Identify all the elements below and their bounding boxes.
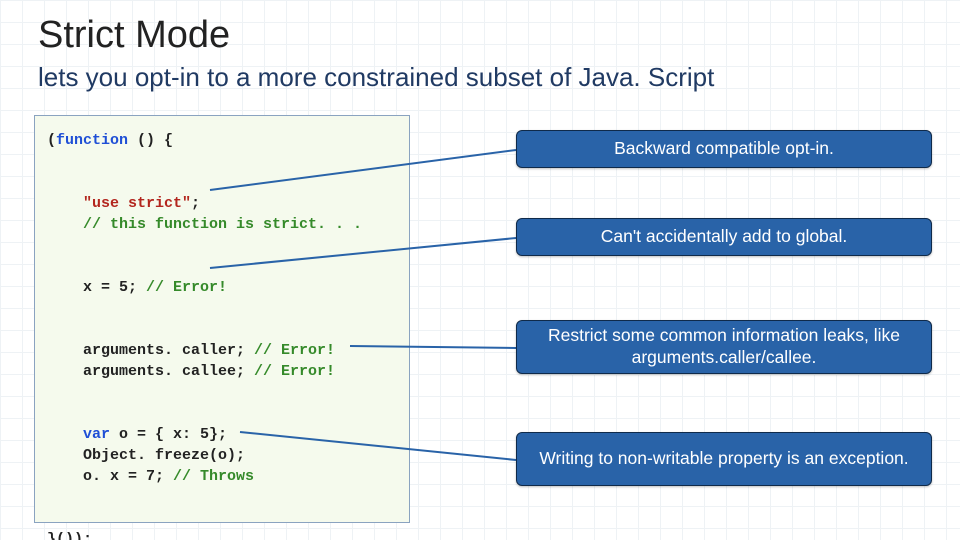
code-text: (function () { "use strict"; // this fun… [47,132,362,540]
callout-backward-compatible: Backward compatible opt-in. [516,130,932,168]
callout-text: Can't accidentally add to global. [601,226,848,248]
callout-text: Restrict some common information leaks, … [527,325,921,369]
callout-text: Backward compatible opt-in. [614,138,834,160]
callout-information-leaks: Restrict some common information leaks, … [516,320,932,374]
callout-global: Can't accidentally add to global. [516,218,932,256]
code-block: (function () { "use strict"; // this fun… [34,115,410,523]
callout-text: Writing to non-writable property is an e… [539,448,908,470]
callout-non-writable: Writing to non-writable property is an e… [516,432,932,486]
slide-title: Strict Mode [38,14,230,57]
slide-subtitle: lets you opt-in to a more constrained su… [38,62,714,93]
